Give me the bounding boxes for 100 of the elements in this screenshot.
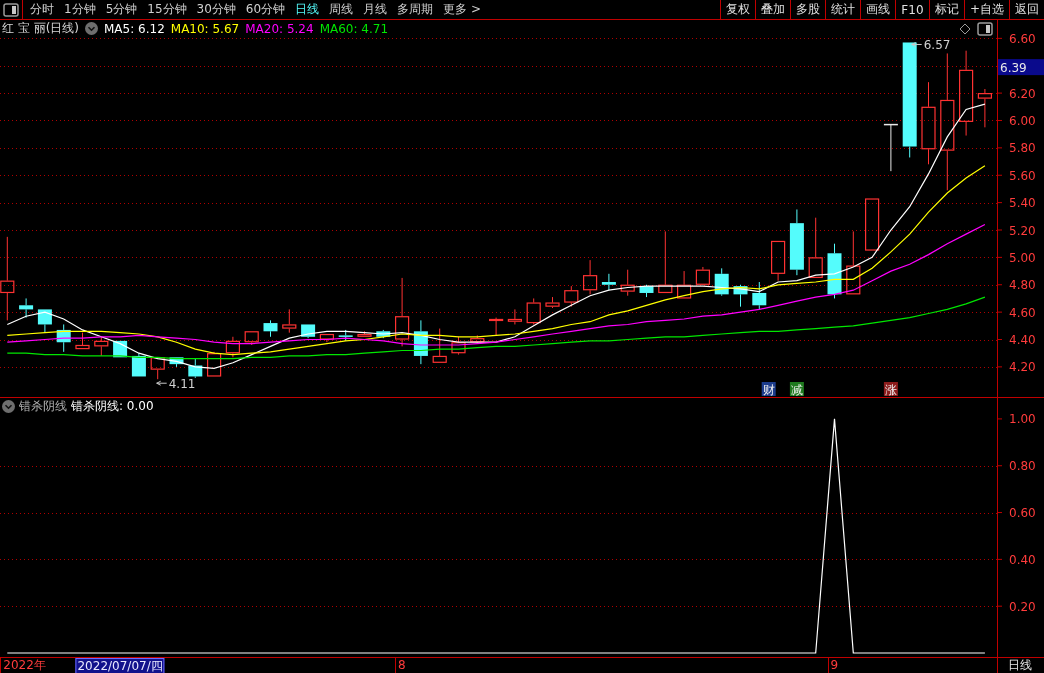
period-tab[interactable]: 60分钟 — [240, 0, 291, 19]
period-tab[interactable]: 月线 — [358, 0, 393, 19]
event-tag[interactable]: 涨 — [883, 382, 898, 397]
event-tag[interactable]: 减 — [789, 382, 804, 397]
period-tab[interactable]: 日线 — [290, 0, 325, 19]
axis-label: 6.60 — [1009, 31, 1036, 46]
toolbar-button[interactable]: 多股 — [789, 0, 825, 19]
axis-label: 6.20 — [1009, 86, 1036, 101]
date-label: 9 — [827, 658, 839, 673]
period-tab[interactable]: 1分钟 — [59, 0, 101, 19]
candlestick — [865, 198, 880, 252]
candlestick — [752, 281, 767, 310]
candlestick — [75, 332, 90, 350]
cursor-date-label: 2022/07/07/四 — [75, 658, 165, 673]
price-label: 4.11 — [168, 376, 196, 391]
candlestick — [169, 356, 184, 368]
toolbar-button[interactable]: 叠加 — [754, 0, 790, 19]
candlestick — [827, 243, 842, 299]
dropdown-icon[interactable] — [85, 22, 98, 35]
candlestick — [771, 240, 786, 282]
period-label: 日线 — [997, 658, 1044, 673]
candlestick — [338, 329, 353, 342]
axis-label: 0.20 — [1009, 599, 1036, 614]
axis-label: 5.20 — [1009, 223, 1036, 238]
period-tab[interactable]: 5分钟 — [100, 0, 143, 19]
axis-label: 4.80 — [1009, 278, 1036, 293]
candlestick — [188, 358, 203, 379]
candlestick — [846, 230, 861, 295]
candlestick — [319, 333, 334, 343]
date-label: 2022年 — [0, 658, 46, 673]
candlestick — [244, 330, 259, 346]
candlestick — [601, 273, 616, 291]
legend-value: MA20: 5.24 — [245, 21, 314, 36]
candlestick — [19, 297, 34, 319]
candlestick — [977, 88, 992, 128]
candlestick — [470, 334, 485, 345]
candlestick — [733, 284, 748, 308]
candlestick — [714, 267, 729, 297]
legend-value: MA10: 5.67 — [170, 21, 240, 36]
toolbar-button[interactable]: 统计 — [824, 0, 860, 19]
candlestick — [564, 285, 579, 308]
candlestick — [432, 328, 447, 364]
candlestick — [301, 323, 316, 339]
candlestick — [489, 317, 504, 336]
legend-value: MA60: 4.71 — [319, 21, 389, 36]
panel-toggle-icon[interactable] — [977, 21, 993, 36]
panel-toggle-icon[interactable] — [3, 2, 19, 17]
toolbar-button[interactable]: F10 — [894, 0, 929, 19]
axis-label: 4.60 — [1009, 305, 1036, 320]
candlestick — [620, 269, 635, 297]
axis-label: 1.00 — [1009, 412, 1036, 427]
period-tab[interactable]: 多周期 — [392, 0, 439, 19]
axis-label: 4.40 — [1009, 333, 1036, 347]
candlestick — [451, 336, 466, 356]
axis-label: 6.00 — [1009, 114, 1036, 128]
current-price-tag: 6.39 — [998, 59, 1044, 76]
axis-label: 5.00 — [1009, 250, 1036, 265]
event-tag[interactable]: 财 — [761, 382, 776, 397]
toolbar-button[interactable]: 标记 — [928, 0, 964, 19]
candlestick — [357, 330, 372, 338]
period-tab[interactable]: 30分钟 — [191, 0, 241, 19]
toolbar-button[interactable]: 返回 — [1009, 0, 1044, 19]
candlestick — [883, 123, 899, 172]
arrow-icon — [911, 42, 923, 47]
candlestick — [695, 266, 710, 286]
toolbar-button[interactable]: +自选 — [963, 0, 1009, 19]
axis-label: 0.80 — [1009, 459, 1036, 474]
candlestick — [150, 356, 165, 380]
candlestick — [526, 297, 541, 325]
candlestick — [131, 352, 146, 377]
candlestick — [37, 308, 52, 334]
candlestick — [677, 270, 692, 299]
legend-value: 错杀阴线: 0.00 — [71, 397, 154, 415]
candlestick — [545, 296, 560, 309]
candlestick — [507, 308, 522, 325]
stock-title: 红 宝 丽(日线) — [2, 20, 79, 37]
candlestick — [263, 319, 278, 338]
candlestick — [808, 217, 823, 279]
axis-label: 0.40 — [1009, 552, 1036, 567]
candlestick — [225, 336, 240, 358]
candlestick — [639, 284, 654, 298]
indicator-title: 错杀阴线 — [19, 397, 67, 415]
diamond-icon[interactable] — [959, 22, 971, 35]
period-tab[interactable]: 周线 — [324, 0, 359, 19]
arrow-icon — [156, 380, 168, 386]
period-tab[interactable]: 更多 > — [438, 0, 486, 19]
axis-label: 4.20 — [1009, 360, 1036, 375]
candlestick — [207, 351, 222, 377]
candlestick — [658, 230, 673, 294]
candlestick — [94, 336, 109, 357]
axis-label: 5.60 — [1009, 168, 1036, 183]
toolbar-button[interactable]: 画线 — [859, 0, 895, 19]
toolbar-button[interactable]: 复权 — [719, 0, 755, 19]
period-tab[interactable]: 15分钟 — [142, 0, 192, 19]
dropdown-icon[interactable] — [2, 399, 15, 413]
candlestick — [583, 259, 598, 295]
period-tab[interactable]: 分时 — [25, 0, 59, 19]
legend-value: MA5: 6.12 — [104, 21, 165, 36]
axis-label: 0.60 — [1009, 506, 1036, 521]
candlestick — [376, 329, 391, 339]
